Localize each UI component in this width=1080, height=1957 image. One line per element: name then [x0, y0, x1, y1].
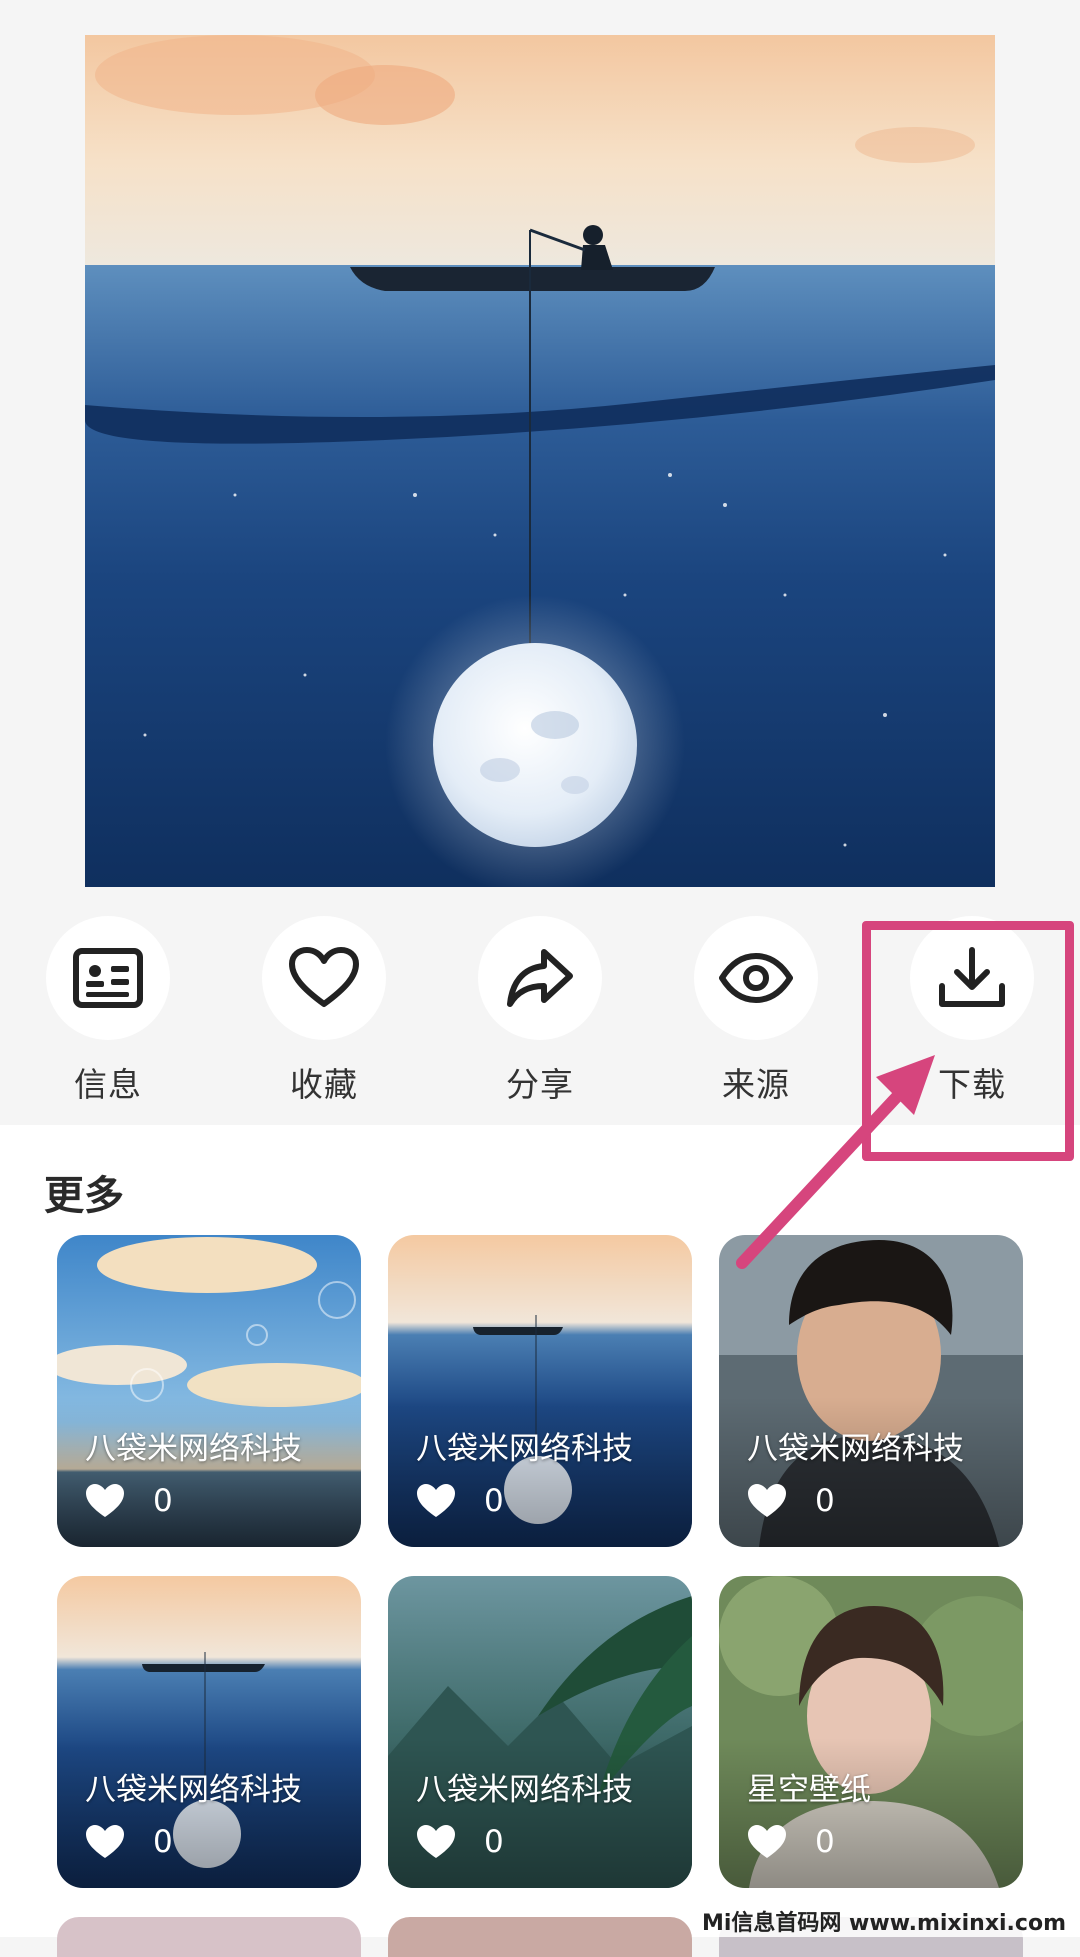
- wallpaper-image: [85, 35, 995, 887]
- favorite-button[interactable]: 收藏: [244, 916, 404, 1106]
- heart-outline-icon: [289, 947, 359, 1007]
- info-card-icon: [73, 948, 143, 1008]
- eye-icon: [719, 953, 793, 1003]
- card-overlay: [719, 1738, 1023, 1888]
- wallpaper-card[interactable]: 星空壁纸 0: [719, 1576, 1023, 1888]
- card-overlay: [719, 1397, 1023, 1547]
- heart-filled-icon: [748, 1825, 786, 1858]
- card-title: 八袋米网络科技: [85, 1772, 302, 1808]
- share-button[interactable]: 分享: [460, 916, 620, 1106]
- card-overlay: [388, 1397, 692, 1547]
- card-likes[interactable]: 0: [85, 1483, 173, 1519]
- wallpaper-card[interactable]: 八袋米网络科技 0: [719, 1235, 1023, 1547]
- card-likes[interactable]: 0: [747, 1824, 835, 1860]
- heart-filled-icon: [748, 1484, 786, 1517]
- card-title: 星空壁纸: [747, 1772, 871, 1808]
- info-button-circle: [46, 916, 170, 1040]
- card-title: 八袋米网络科技: [747, 1431, 964, 1467]
- heart-filled-icon: [417, 1825, 455, 1858]
- card-like-count: 0: [153, 1483, 173, 1519]
- wallpaper-card[interactable]: 八袋米网络科技 0: [388, 1576, 692, 1888]
- wallpaper-card-partial[interactable]: [57, 1917, 361, 1957]
- card-likes[interactable]: 0: [416, 1824, 504, 1860]
- favorite-button-circle: [262, 916, 386, 1040]
- card-likes[interactable]: 0: [85, 1824, 173, 1860]
- card-title: 八袋米网络科技: [85, 1431, 302, 1467]
- source-label: 来源: [722, 1065, 790, 1104]
- favorite-label: 收藏: [290, 1065, 358, 1104]
- card-likes[interactable]: 0: [416, 1483, 504, 1519]
- wallpaper-card[interactable]: 八袋米网络科技 0: [57, 1576, 361, 1888]
- download-highlight-box: [862, 921, 1074, 1161]
- watermark: Mi信息首码网 www.mixinxi.com: [697, 1905, 1070, 1937]
- card-like-count: 0: [484, 1824, 504, 1860]
- wallpaper-card-partial[interactable]: [388, 1917, 692, 1957]
- share-button-circle: [478, 916, 602, 1040]
- heart-filled-icon: [86, 1484, 124, 1517]
- card-like-count: 0: [815, 1483, 835, 1519]
- card-like-count: 0: [153, 1824, 173, 1860]
- more-title: 更多: [44, 1173, 124, 1219]
- source-button[interactable]: 来源: [676, 916, 836, 1106]
- wallpaper-card[interactable]: 八袋米网络科技 0: [57, 1235, 361, 1547]
- card-overlay: [57, 1397, 361, 1547]
- share-arrow-icon: [507, 949, 573, 1007]
- wallpaper-preview[interactable]: [85, 35, 995, 887]
- info-label: 信息: [74, 1065, 142, 1104]
- card-title: 八袋米网络科技: [416, 1772, 633, 1808]
- more-section: 更多 八袋米网络科技 0 八袋米网络科技 0 八袋米网络科技 0 八袋米网络科技…: [0, 1125, 1080, 1937]
- card-title: 八袋米网络科技: [416, 1431, 633, 1467]
- card-likes[interactable]: 0: [747, 1483, 835, 1519]
- wallpaper-card[interactable]: 八袋米网络科技 0: [388, 1235, 692, 1547]
- heart-filled-icon: [417, 1484, 455, 1517]
- source-button-circle: [694, 916, 818, 1040]
- card-overlay: [57, 1738, 361, 1888]
- info-button[interactable]: 信息: [28, 916, 188, 1106]
- share-label: 分享: [506, 1065, 574, 1104]
- heart-filled-icon: [86, 1825, 124, 1858]
- card-like-count: 0: [484, 1483, 504, 1519]
- card-like-count: 0: [815, 1824, 835, 1860]
- card-overlay: [388, 1738, 692, 1888]
